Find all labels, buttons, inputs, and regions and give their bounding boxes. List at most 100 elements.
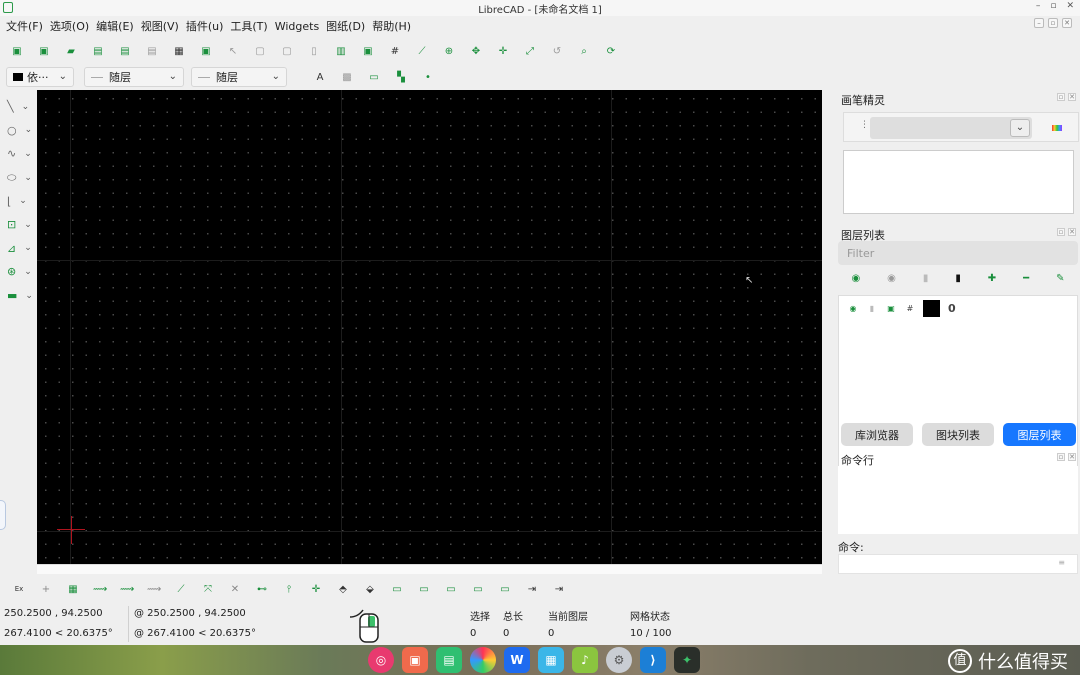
save-icon[interactable]: ▤ bbox=[91, 44, 105, 58]
paste-icon[interactable]: ▢ bbox=[280, 44, 294, 58]
menu-widgets[interactable]: Widgets bbox=[275, 20, 319, 33]
unlock-all-icon[interactable]: ▮ bbox=[923, 273, 929, 284]
dimension-tool[interactable]: ⊿ ⌄ bbox=[0, 237, 36, 261]
remove-layer-icon[interactable]: ━ bbox=[1023, 273, 1029, 284]
color-palette-icon[interactable] bbox=[1052, 125, 1062, 131]
block-icon[interactable]: ▥ bbox=[334, 44, 348, 58]
wps-app-icon[interactable]: W bbox=[504, 647, 530, 673]
drawing-canvas[interactable]: ↖ bbox=[37, 90, 822, 564]
layer-color-swatch[interactable] bbox=[923, 299, 940, 317]
float-icon[interactable]: ▫ bbox=[1057, 228, 1065, 236]
menu-help[interactable]: 帮助(H) bbox=[372, 18, 411, 34]
line-width-combo[interactable]: 随层 ⌄ bbox=[84, 67, 184, 87]
select-tool[interactable]: ⊡ ⌄ bbox=[0, 213, 36, 237]
doc-minimize-icon[interactable]: – bbox=[1034, 18, 1044, 28]
close-icon[interactable]: ✕ bbox=[1068, 93, 1076, 101]
vscode-app-icon[interactable]: ⟩ bbox=[640, 647, 666, 673]
restrict-horizontal-icon[interactable]: ⊷ bbox=[255, 584, 269, 595]
drag-handle-icon[interactable]: ⋮ bbox=[860, 120, 869, 130]
image-icon[interactable]: ▭ bbox=[367, 70, 381, 84]
block-export-icon[interactable]: ⇥ bbox=[552, 584, 566, 595]
copy-icon[interactable]: ▢ bbox=[253, 44, 267, 58]
zoom-window-icon[interactable]: ⌕ bbox=[577, 44, 591, 58]
side-panel-handle[interactable] bbox=[0, 500, 6, 530]
close-icon[interactable]: ✕ bbox=[1068, 228, 1076, 236]
layer-filter-input[interactable]: Filter bbox=[838, 241, 1078, 265]
new-icon[interactable]: ▣ bbox=[10, 44, 24, 58]
select-icon[interactable]: ↖ bbox=[226, 44, 240, 58]
open-icon[interactable]: ▰ bbox=[64, 44, 78, 58]
relative-zero-icon[interactable]: ⬘ bbox=[336, 584, 350, 595]
pen-palette-combo[interactable]: ⌄ bbox=[870, 117, 1032, 139]
construction-icon[interactable]: # bbox=[904, 304, 916, 313]
pen-wizard-list[interactable] bbox=[843, 150, 1074, 214]
draft-icon[interactable]: ⟋ bbox=[415, 44, 429, 58]
redraw-icon[interactable]: ⟳ bbox=[604, 44, 618, 58]
menu-options[interactable]: 选项(O) bbox=[50, 18, 89, 34]
tab-library-browser[interactable]: 库浏览器 bbox=[841, 423, 913, 446]
line-type-combo[interactable]: 随层 ⌄ bbox=[191, 67, 287, 87]
minimize-icon[interactable]: – bbox=[1036, 1, 1041, 11]
doc-close-icon[interactable]: ✕ bbox=[1062, 18, 1072, 28]
middle-snap-icon[interactable]: ⟋ bbox=[174, 584, 188, 595]
insert-icon[interactable]: ▣ bbox=[361, 44, 375, 58]
modify-tool[interactable]: ⊛ ⌄ bbox=[0, 260, 36, 284]
lock-relative-zero-icon[interactable]: ⬙ bbox=[363, 584, 377, 595]
restrict-vertical-icon[interactable]: ⫯ bbox=[282, 584, 296, 595]
print-icon[interactable]: ▣ bbox=[885, 304, 897, 313]
window-1-icon[interactable]: ▭ bbox=[390, 584, 404, 595]
visibility-icon[interactable]: ◉ bbox=[847, 304, 859, 313]
window-3-icon[interactable]: ▭ bbox=[444, 584, 458, 595]
menu-tools[interactable]: 工具(T) bbox=[230, 18, 267, 34]
distance-snap-icon[interactable]: ⤧ bbox=[201, 584, 215, 595]
cut-icon[interactable]: ▯ bbox=[307, 44, 321, 58]
store-app-icon[interactable]: ▦ bbox=[538, 647, 564, 673]
float-icon[interactable]: ▫ bbox=[1057, 93, 1065, 101]
block-insert-icon[interactable]: ⇥ bbox=[525, 584, 539, 595]
command-input[interactable]: ≡ bbox=[838, 554, 1078, 574]
entity-snap-icon[interactable]: ⟿ bbox=[120, 584, 134, 595]
color-combo[interactable]: 依··· ⌄ bbox=[6, 67, 74, 87]
tab-layer-list[interactable]: 图层列表 bbox=[1003, 423, 1076, 446]
grid-icon[interactable]: # bbox=[388, 44, 402, 58]
restrict-ortho-icon[interactable]: ✛ bbox=[309, 584, 323, 595]
grid-snap-icon[interactable]: ▦ bbox=[66, 584, 80, 595]
terminal-app-icon[interactable]: ▤ bbox=[436, 647, 462, 673]
zoom-auto-icon[interactable]: ⤢ bbox=[523, 44, 537, 58]
point-icon[interactable]: • bbox=[421, 70, 435, 84]
new-template-icon[interactable]: ▣ bbox=[37, 44, 51, 58]
close-icon[interactable]: ✕ bbox=[1068, 453, 1076, 461]
menu-file[interactable]: 文件(F) bbox=[6, 18, 43, 34]
zoom-out-icon[interactable]: ✥ bbox=[469, 44, 483, 58]
layer-row[interactable]: ◉ ▮ ▣ # 0 bbox=[847, 299, 956, 317]
exclusive-snap-icon[interactable]: Ex bbox=[12, 585, 26, 593]
pan-icon[interactable]: ✛ bbox=[496, 44, 510, 58]
menu-view[interactable]: 视图(V) bbox=[141, 18, 179, 34]
maximize-icon[interactable]: ▫ bbox=[1050, 1, 1056, 11]
endpoint-snap-icon[interactable]: ⟿ bbox=[93, 584, 107, 595]
horizontal-scrollbar[interactable] bbox=[37, 564, 822, 574]
export-icon[interactable]: ▤ bbox=[145, 44, 159, 58]
circle-tool[interactable]: ○ ⌄ bbox=[0, 119, 36, 143]
curve-tool[interactable]: ∿ ⌄ bbox=[0, 142, 36, 166]
properties-icon[interactable]: ▚ bbox=[394, 70, 408, 84]
hatch-icon[interactable]: ▩ bbox=[340, 70, 354, 84]
recorder-app-icon[interactable]: ▣ bbox=[402, 647, 428, 673]
ellipse-tool[interactable]: ⬭ ⌄ bbox=[0, 166, 36, 190]
free-snap-icon[interactable]: + bbox=[39, 584, 53, 595]
window-2-icon[interactable]: ▭ bbox=[417, 584, 431, 595]
lock-icon[interactable]: ▮ bbox=[866, 304, 878, 313]
hide-all-layers-icon[interactable]: ◉ bbox=[887, 273, 896, 284]
music-app-icon[interactable]: ♪ bbox=[572, 647, 598, 673]
window-5-icon[interactable]: ▭ bbox=[498, 584, 512, 595]
menu-drawing[interactable]: 图纸(D) bbox=[326, 18, 365, 34]
doc-restore-icon[interactable]: ▫ bbox=[1048, 18, 1058, 28]
close-icon[interactable]: ✕ bbox=[1066, 1, 1074, 11]
intersection-snap-icon[interactable]: ✕ bbox=[228, 584, 242, 595]
info-tool[interactable]: ▬ ⌄ bbox=[0, 284, 36, 308]
zoom-in-icon[interactable]: ⊕ bbox=[442, 44, 456, 58]
print-preview-icon[interactable]: ▣ bbox=[199, 44, 213, 58]
lock-all-icon[interactable]: ▮ bbox=[955, 273, 961, 284]
window-4-icon[interactable]: ▭ bbox=[471, 584, 485, 595]
tab-block-list[interactable]: 图块列表 bbox=[922, 423, 994, 446]
